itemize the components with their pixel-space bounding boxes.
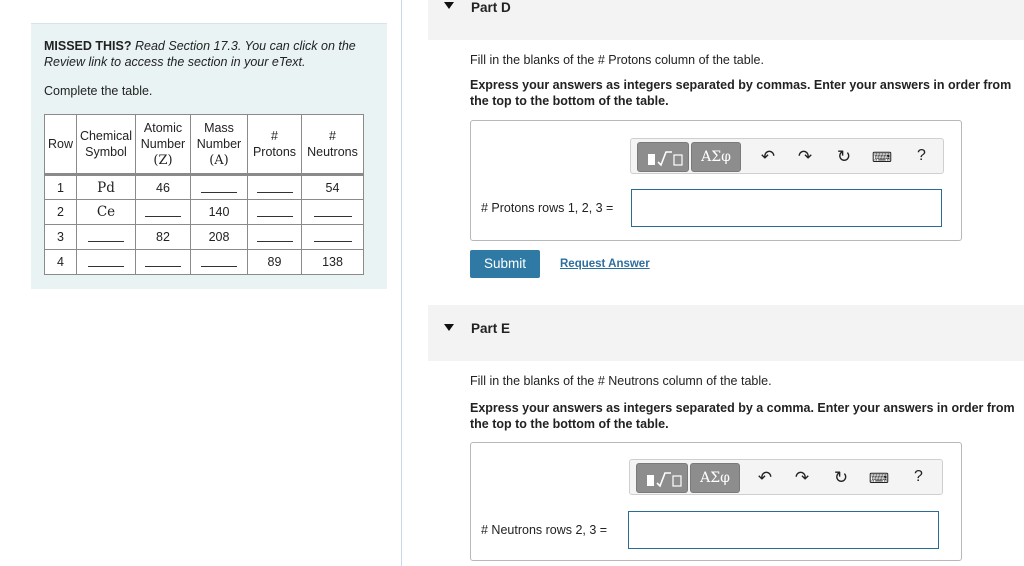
cell-protons	[247, 173, 302, 200]
protons-field-label: # Protons rows 1, 2, 3 =	[481, 201, 614, 215]
header-mass-number: Mass Number (A)	[190, 114, 248, 175]
cell-protons	[247, 199, 302, 225]
isotope-table: Row Chemical Symbol Atomic Number (Z) Mass N…	[44, 114, 364, 275]
neutrons-answer-input[interactable]	[628, 511, 939, 549]
part-e-instruction: Fill in the blanks of the # Neutrons col…	[470, 374, 772, 388]
table-header-row: Row Chemical Symbol Atomic Number (Z) Mass N…	[44, 114, 364, 175]
cell-row: 4	[44, 249, 77, 275]
blank-line	[313, 216, 352, 218]
cell-neutrons	[301, 199, 364, 225]
table-row: 2 Ce 140	[44, 199, 364, 225]
problem-panel: MISSED THIS? Read Section 17.3. You can …	[31, 23, 387, 289]
cell-symbol	[76, 224, 136, 250]
cell-row: 2	[44, 199, 77, 225]
blank-line	[256, 241, 293, 243]
blank-line	[256, 216, 293, 218]
cell-mass: 140	[190, 199, 248, 225]
header-neutrons: # Neutrons	[301, 114, 364, 175]
blank-line	[145, 266, 181, 268]
blank-line	[145, 216, 181, 218]
redo-icon[interactable]: ↷	[794, 147, 816, 167]
cell-atomic	[135, 199, 191, 225]
blank-line	[256, 191, 293, 193]
cell-mass	[190, 173, 248, 200]
math-toolbar: ΑΣφ ↶ ↷ ↻ ⌨ ?	[629, 459, 943, 495]
cell-mass: 208	[190, 224, 248, 250]
part-e-format-instruction: Express your answers as integers separat…	[470, 401, 1015, 431]
templates-icon	[647, 472, 682, 488]
part-e-title: Part E	[471, 321, 511, 336]
cell-row: 1	[44, 173, 77, 200]
request-answer-link[interactable]: Request Answer	[560, 258, 650, 270]
cell-protons: 89	[247, 249, 302, 275]
blank-line	[201, 266, 237, 268]
reset-icon[interactable]: ↻	[830, 468, 852, 488]
greek-symbols-button[interactable]: ΑΣφ	[691, 142, 741, 172]
reset-icon[interactable]: ↻	[833, 147, 855, 167]
templates-icon	[648, 151, 683, 167]
keyboard-icon[interactable]: ⌨	[871, 147, 893, 167]
help-icon[interactable]: ?	[914, 468, 923, 486]
help-icon[interactable]: ?	[917, 147, 926, 165]
part-d-format-instruction: Express your answers as integers separat…	[470, 78, 1012, 108]
cell-symbol: Pd	[76, 173, 136, 200]
cell-mass	[190, 249, 248, 275]
submit-button[interactable]: Submit	[470, 250, 540, 278]
cell-row: 3	[44, 224, 77, 250]
collapse-caret-icon[interactable]	[444, 324, 454, 331]
header-protons: # Protons	[247, 114, 302, 175]
part-d-answer-box: ΑΣφ ↶ ↷ ↻ ⌨ ? # Protons rows 1, 2, 3 =	[470, 120, 962, 241]
complete-table-text: Complete the table.	[44, 84, 153, 98]
collapse-caret-icon[interactable]	[444, 2, 454, 9]
table-row: 4 89 138	[44, 249, 364, 275]
undo-icon[interactable]: ↶	[754, 468, 776, 488]
templates-button[interactable]	[637, 142, 689, 172]
part-e-header[interactable]: Part E	[428, 305, 1024, 361]
undo-icon[interactable]: ↶	[757, 147, 779, 167]
cell-protons	[247, 224, 302, 250]
header-symbol: Chemical Symbol	[76, 114, 136, 175]
column-divider	[401, 0, 402, 566]
part-d-header[interactable]: Part D	[428, 0, 1024, 40]
cell-neutrons: 138	[301, 249, 364, 275]
templates-button[interactable]	[636, 463, 688, 493]
math-toolbar: ΑΣφ ↶ ↷ ↻ ⌨ ?	[630, 138, 944, 174]
missed-this-note: MISSED THIS? Read Section 17.3. You can …	[44, 38, 384, 70]
missed-label: MISSED THIS?	[44, 39, 132, 53]
greek-symbols-button[interactable]: ΑΣφ	[690, 463, 740, 493]
blank-line	[201, 191, 237, 193]
neutrons-field-label: # Neutrons rows 2, 3 =	[481, 523, 608, 537]
blank-line	[313, 241, 352, 243]
header-atomic-number: Atomic Number (Z)	[135, 114, 191, 175]
cell-symbol	[76, 249, 136, 275]
blank-line	[88, 241, 124, 243]
protons-answer-input[interactable]	[631, 189, 942, 227]
table-row: 3 82 208	[44, 224, 364, 250]
table-row: 1 Pd 46 54	[44, 173, 364, 200]
cell-symbol: Ce	[76, 199, 136, 225]
cell-neutrons: 54	[301, 173, 364, 200]
cell-neutrons	[301, 224, 364, 250]
part-d-instruction: Fill in the blanks of the # Protons colu…	[470, 53, 764, 67]
header-row: Row	[44, 114, 77, 175]
cell-atomic	[135, 249, 191, 275]
blank-line	[88, 266, 124, 268]
part-e-answer-box: ΑΣφ ↶ ↷ ↻ ⌨ ? # Neutrons rows 2, 3 =	[470, 442, 962, 561]
part-d-title: Part D	[471, 0, 511, 15]
cell-atomic: 82	[135, 224, 191, 250]
cell-atomic: 46	[135, 173, 191, 200]
redo-icon[interactable]: ↷	[791, 468, 813, 488]
keyboard-icon[interactable]: ⌨	[868, 468, 890, 488]
